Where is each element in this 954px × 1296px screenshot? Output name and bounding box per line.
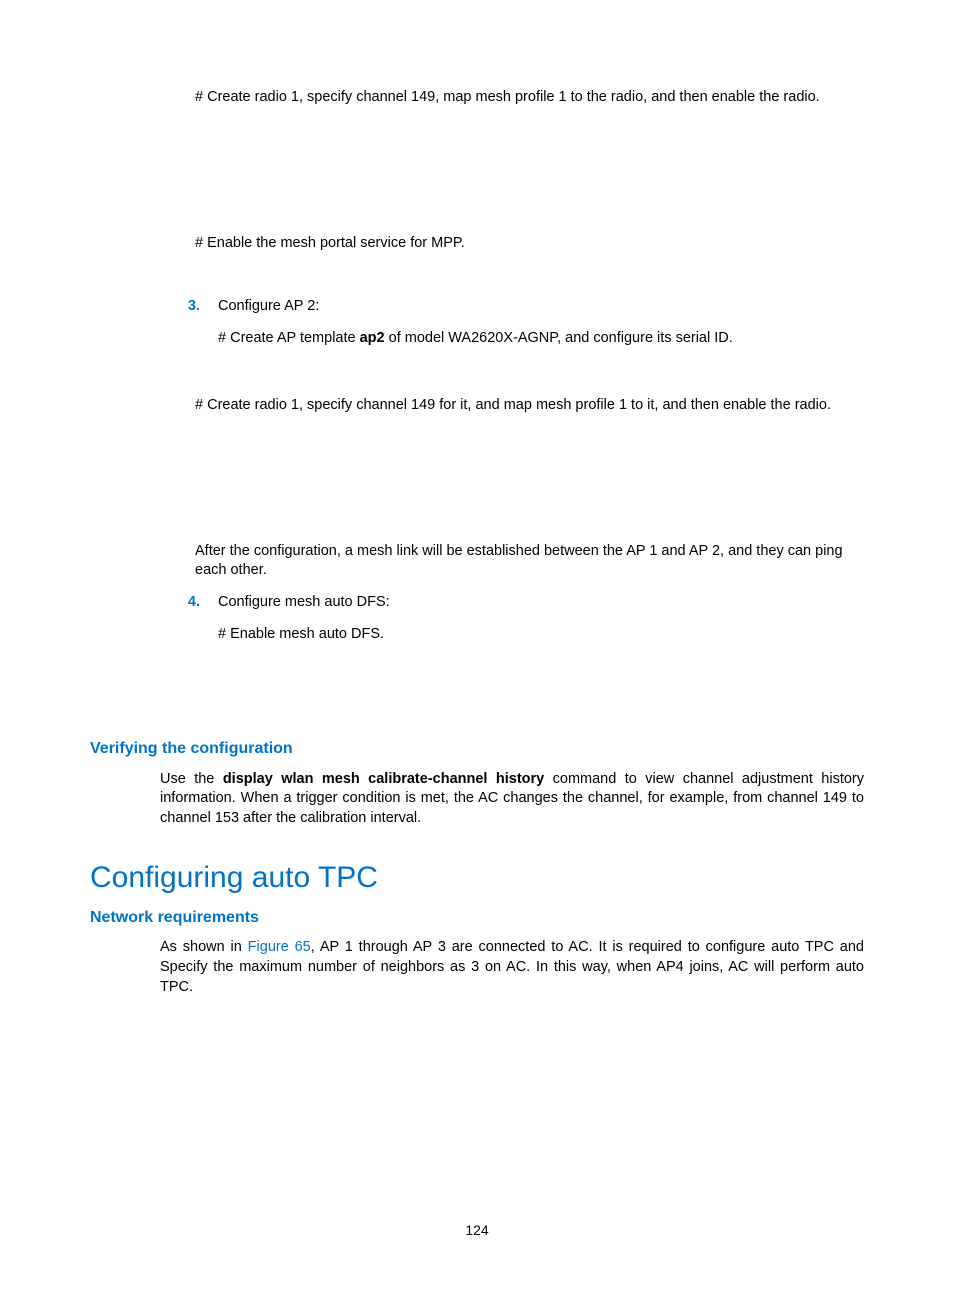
list-item-4: 4. Configure mesh auto DFS: # Enable mes… — [90, 593, 864, 644]
list-item-3-title: Configure AP 2: — [218, 297, 864, 317]
list-item-3-line2: # Create radio 1, specify channel 149 fo… — [195, 396, 864, 416]
paragraph-network-requirements: As shown in Figure 65, AP 1 through AP 3… — [160, 938, 864, 997]
paragraph-verify: Use the display wlan mesh calibrate-chan… — [160, 770, 864, 829]
paragraph-enable-mpp: # Enable the mesh portal service for MPP… — [195, 234, 864, 254]
heading-verify-config: Verifying the configuration — [90, 738, 864, 760]
list-number-3: 3. — [160, 297, 218, 348]
page-number: 124 — [0, 1222, 954, 1238]
paragraph-radio1-create: # Create radio 1, specify channel 149, m… — [195, 88, 864, 108]
list-item-3: 3. Configure AP 2: # Create AP template … — [90, 297, 864, 348]
list-number-4: 4. — [160, 593, 218, 644]
list-item-4-line1: # Enable mesh auto DFS. — [218, 625, 864, 645]
link-figure-65[interactable]: Figure 65 — [248, 939, 311, 955]
list-item-3-line3: After the configuration, a mesh link wil… — [195, 542, 864, 581]
list-item-4-title: Configure mesh auto DFS: — [218, 593, 864, 613]
heading-auto-tpc: Configuring auto TPC — [90, 858, 864, 899]
list-item-3-line1: # Create AP template ap2 of model WA2620… — [218, 329, 864, 349]
heading-network-requirements: Network requirements — [90, 907, 864, 929]
